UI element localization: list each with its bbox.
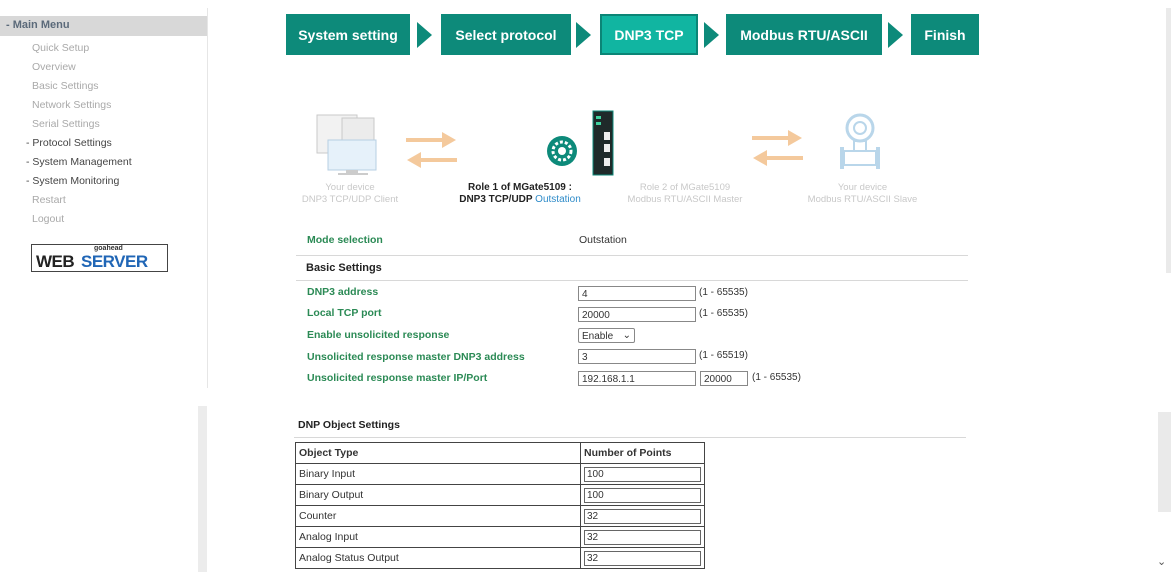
table-header-row: Object Type Number of Points	[295, 442, 705, 464]
step-arrow-icon	[704, 22, 719, 48]
points-cell: 32	[580, 526, 705, 548]
table-row: Binary Output 100	[295, 484, 705, 506]
logo-web-text: WEB	[36, 252, 75, 271]
dnp3-address-range: (1 - 65535)	[699, 287, 748, 298]
mgate-device-icon	[592, 110, 614, 176]
left-device-label: Your device DNP3 TCP/UDP Client	[290, 182, 410, 206]
object-type-cell: Analog Status Output	[295, 547, 581, 569]
menu-item-system-management[interactable]: - System Management	[26, 156, 132, 168]
step-select-protocol: Select protocol	[441, 14, 571, 55]
unsol-master-port-range: (1 - 65535)	[752, 372, 801, 383]
right-device-line2: Modbus RTU/ASCII Slave	[807, 194, 918, 205]
role1-line2: DNP3 TCP/UDP Outstation	[450, 194, 590, 206]
menu-item-protocol-settings[interactable]: - Protocol Settings	[26, 137, 112, 149]
dnp-object-settings-title: DNP Object Settings	[298, 419, 400, 431]
step-system-setting: System setting	[286, 14, 410, 55]
unsolicited-response-select[interactable]: Enable ⌄	[578, 328, 635, 343]
divider	[296, 280, 968, 281]
data-exchange-arrows-icon	[406, 132, 457, 168]
step-dnp3-tcp: DNP3 TCP	[600, 14, 698, 55]
points-input[interactable]: 32	[584, 529, 701, 545]
computer-device-icon	[316, 114, 377, 175]
mode-selection-label: Mode selection	[307, 234, 383, 246]
unsol-master-dnp3-range: (1 - 65519)	[699, 350, 748, 361]
role1-label: Role 1 of MGate5109 : DNP3 TCP/UDP Outst…	[450, 182, 590, 206]
role1-protocol: DNP3 TCP/UDP	[459, 194, 536, 205]
unsol-master-dnp3-label: Unsolicited response master DNP3 address	[307, 351, 525, 363]
points-cell: 32	[580, 505, 705, 527]
object-type-cell: Binary Input	[295, 463, 581, 485]
step-finish: Finish	[911, 14, 979, 55]
basic-settings-title: Basic Settings	[306, 262, 382, 274]
right-device-line1: Your device	[837, 182, 888, 193]
menu-item-basic-settings[interactable]: Basic Settings	[32, 80, 99, 92]
col-number-of-points: Number of Points	[580, 442, 705, 464]
unsolicited-response-label: Enable unsolicited response	[307, 329, 450, 341]
flowmeter-device-icon	[840, 113, 880, 169]
logo-small-text: goahead	[94, 245, 123, 252]
step-modbus-rtu-ascii: Modbus RTU/ASCII	[726, 14, 882, 55]
scroll-down-icon[interactable]: ⌄	[1157, 555, 1166, 568]
points-input[interactable]: 32	[584, 550, 701, 566]
table-row: Analog Status Output 32	[295, 547, 705, 569]
step-arrow-icon	[417, 22, 432, 48]
unsol-master-port-input[interactable]: 20000	[700, 371, 748, 386]
gear-icon	[547, 136, 577, 166]
dnp3-address-input[interactable]: 4	[578, 286, 696, 301]
points-input[interactable]: 100	[584, 487, 701, 503]
left-device-line2: DNP3 TCP/UDP Client	[301, 194, 399, 205]
role1-role: Outstation	[535, 194, 581, 205]
main-menu-title: - Main Menu	[6, 19, 70, 31]
object-type-cell: Binary Output	[295, 484, 581, 506]
points-cell: 100	[580, 484, 705, 506]
menu-item-quick-setup[interactable]: Quick Setup	[32, 42, 89, 54]
local-tcp-port-range: (1 - 65535)	[699, 308, 748, 319]
role2-line2: Modbus RTU/ASCII Master	[627, 194, 743, 205]
scrollbar-upper[interactable]	[1166, 8, 1171, 273]
chevron-down-icon: ⌄	[622, 330, 631, 341]
unsolicited-response-value: Enable	[582, 331, 614, 342]
points-input[interactable]: 100	[584, 466, 701, 482]
right-device-label: Your device Modbus RTU/ASCII Slave	[795, 182, 930, 206]
menu-item-network-settings[interactable]: Network Settings	[32, 99, 111, 111]
goahead-webserver-logo: goahead WEB SERVER	[31, 244, 168, 272]
unsol-master-ip-port-label: Unsolicited response master IP/Port	[307, 372, 488, 384]
mode-selection-value: Outstation	[579, 234, 627, 246]
dnp-object-table: Object Type Number of Points Binary Inpu…	[295, 442, 705, 569]
menu-item-logout[interactable]: Logout	[32, 213, 64, 225]
table-row: Binary Input 100	[295, 463, 705, 485]
scrollbar-lower[interactable]	[1158, 412, 1171, 512]
divider	[294, 437, 966, 438]
unsol-master-ip-input[interactable]: 192.168.1.1	[578, 371, 696, 386]
menu-item-overview[interactable]: Overview	[32, 61, 76, 73]
role2-label: Role 2 of MGate5109 Modbus RTU/ASCII Mas…	[615, 182, 755, 206]
object-type-cell: Analog Input	[295, 526, 581, 548]
col-object-type: Object Type	[295, 442, 581, 464]
table-row: Analog Input 32	[295, 526, 705, 548]
table-row: Counter 32	[295, 505, 705, 527]
data-exchange-arrows-icon	[752, 130, 803, 166]
unsol-master-dnp3-input[interactable]: 3	[578, 349, 696, 364]
menu-item-system-monitoring[interactable]: - System Monitoring	[26, 175, 119, 187]
points-cell: 32	[580, 547, 705, 569]
role2-line1: Role 2 of MGate5109	[639, 182, 731, 193]
menu-item-serial-settings[interactable]: Serial Settings	[32, 118, 100, 130]
step-arrow-icon	[576, 22, 591, 48]
step-arrow-icon	[888, 22, 903, 48]
local-tcp-port-input[interactable]: 20000	[578, 307, 696, 322]
dnp3-address-label: DNP3 address	[307, 286, 379, 298]
object-type-cell: Counter	[295, 505, 581, 527]
points-input[interactable]: 32	[584, 508, 701, 524]
main-menu-header[interactable]: - Main Menu	[0, 16, 207, 36]
points-cell: 100	[580, 463, 705, 485]
logo-server-text: SERVER	[81, 252, 148, 271]
local-tcp-port-label: Local TCP port	[307, 307, 382, 319]
divider	[296, 255, 968, 256]
menu-panel-lower	[0, 406, 207, 572]
menu-item-restart[interactable]: Restart	[32, 194, 66, 206]
role1-line1: Role 1 of MGate5109 :	[468, 182, 572, 193]
left-device-line1: Your device	[325, 182, 375, 193]
